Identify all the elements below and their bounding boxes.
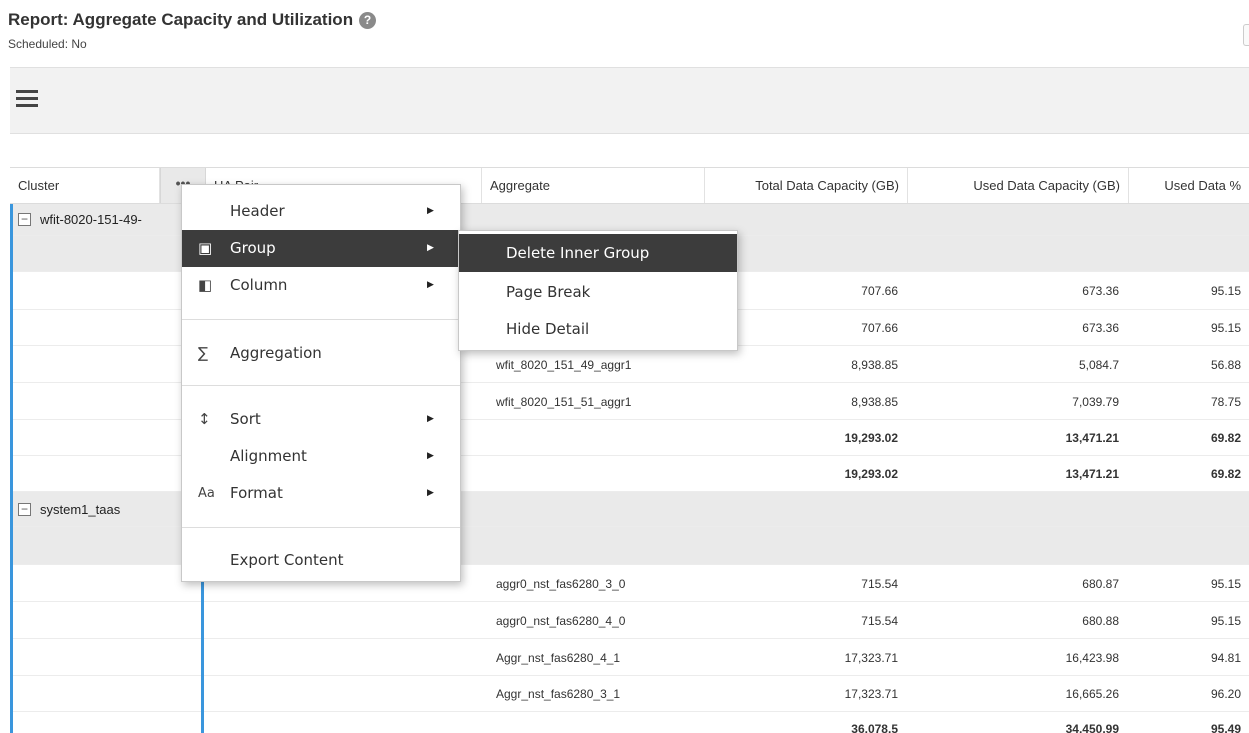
- submenu-item-page-break[interactable]: Page Break: [459, 273, 737, 311]
- cell-total: 17,323.71: [844, 687, 898, 701]
- collapse-icon[interactable]: −: [18, 503, 31, 516]
- cell-pct: 94.81: [1210, 651, 1241, 665]
- cell-used: 13,471.21: [1065, 467, 1119, 481]
- cell-used: 673.36: [1082, 284, 1119, 298]
- cell-aggregate: wfit_8020_151_51_aggr1: [496, 395, 632, 409]
- cell-pct: 56.88: [1210, 358, 1241, 372]
- cell-aggregate: Aggr_nst_fas6280_4_1: [496, 651, 621, 665]
- cell-used: 16,423.98: [1065, 651, 1119, 665]
- menu-item-export-content[interactable]: Export Content: [182, 542, 460, 579]
- submenu-item-hide-detail[interactable]: Hide Detail: [459, 310, 737, 348]
- column-header-cluster[interactable]: Cluster: [10, 168, 160, 203]
- report-title: Report: Aggregate Capacity and Utilizati…: [8, 10, 354, 29]
- column-header-used-pct[interactable]: Used Data %: [1129, 168, 1249, 203]
- cell-total: 17,323.71: [844, 651, 898, 665]
- cell-pct: 95.15: [1210, 577, 1241, 591]
- menu-separator: [182, 385, 460, 386]
- report-toolbar: [10, 67, 1249, 134]
- hamburger-menu-icon[interactable]: [16, 90, 38, 108]
- cell-aggregate: aggr0_nst_fas6280_3_0: [496, 577, 626, 591]
- cell-pct: 96.20: [1210, 687, 1241, 701]
- group-submenu: Delete Inner Group Page Break Hide Detai…: [458, 230, 738, 351]
- menu-item-format[interactable]: Aa Format ▶: [182, 475, 460, 512]
- help-icon[interactable]: ?: [359, 11, 377, 29]
- sigma-icon: ∑: [198, 344, 209, 362]
- submenu-arrow-icon: ▶: [427, 243, 434, 253]
- report-title-bar: Report: Aggregate Capacity and Utilizati…: [8, 10, 377, 30]
- cell-pct: 95.49: [1210, 722, 1241, 733]
- submenu-item-delete-inner-group[interactable]: Delete Inner Group: [459, 234, 737, 272]
- column-header-aggregate[interactable]: Aggregate: [482, 168, 705, 203]
- cell-aggregate: wfit_8020_151_49_aggr1: [496, 358, 632, 372]
- cell-aggregate: aggr0_nst_fas6280_4_0: [496, 614, 626, 628]
- menu-item-group[interactable]: ▣ Group ▶: [182, 230, 460, 267]
- cell-used: 16,665.26: [1065, 687, 1119, 701]
- column-context-menu: Header ▶ ▣ Group ▶ ◧ Column ▶ ∑ Aggregat…: [181, 184, 461, 582]
- menu-item-header[interactable]: Header ▶: [182, 193, 460, 230]
- submenu-arrow-icon: ▶: [427, 414, 434, 424]
- cell-total: 715.54: [861, 577, 898, 591]
- cell-pct: 95.15: [1210, 614, 1241, 628]
- cell-used: 5,084.7: [1078, 358, 1119, 372]
- cell-total: 715.54: [861, 614, 898, 628]
- cell-pct: 69.82: [1210, 431, 1241, 445]
- menu-separator: [182, 527, 460, 528]
- menu-item-alignment[interactable]: Alignment ▶: [182, 438, 460, 475]
- cell-used: 34,450.99: [1065, 722, 1119, 733]
- cell-pct: 95.15: [1210, 284, 1241, 298]
- schedule-status: Scheduled: No: [8, 37, 87, 51]
- column-icon: ◧: [198, 276, 213, 294]
- cell-used: 13,471.21: [1065, 431, 1119, 445]
- subtotal-row: 36,078.5 34,450.99 95.49: [10, 712, 1249, 733]
- cell-used: 680.87: [1082, 577, 1119, 591]
- column-selection-border-left: [10, 204, 13, 733]
- cell-pct: 69.82: [1210, 467, 1241, 481]
- table-row: aggr0_nst_fas6280_4_0 715.54 680.88 95.1…: [10, 602, 1249, 639]
- sort-icon: ↕: [198, 410, 211, 428]
- group-cluster-label: system1_taas: [40, 502, 121, 517]
- cell-pct: 95.15: [1210, 321, 1241, 335]
- cell-used: 673.36: [1082, 321, 1119, 335]
- cell-aggregate: Aggr_nst_fas6280_3_1: [496, 687, 621, 701]
- table-row: Aggr_nst_fas6280_4_1 17,323.71 16,423.98…: [10, 639, 1249, 676]
- cell-pct: 78.75: [1210, 395, 1241, 409]
- submenu-arrow-icon: ▶: [427, 488, 434, 498]
- cell-used: 7,039.79: [1072, 395, 1119, 409]
- submenu-arrow-icon: ▶: [427, 280, 434, 290]
- group-icon: ▣: [198, 239, 213, 257]
- cell-total: 8,938.85: [851, 358, 898, 372]
- menu-item-aggregation[interactable]: ∑ Aggregation: [182, 335, 460, 372]
- report-toolbar-button-edge[interactable]: [1243, 24, 1249, 46]
- cell-total: 36,078.5: [851, 722, 898, 733]
- menu-item-sort[interactable]: ↕ Sort ▶: [182, 401, 460, 438]
- format-icon: Aa: [198, 486, 215, 501]
- menu-separator: [182, 319, 460, 320]
- menu-item-column[interactable]: ◧ Column ▶: [182, 267, 460, 304]
- submenu-arrow-icon: ▶: [427, 451, 434, 461]
- report-page: Report: Aggregate Capacity and Utilizati…: [0, 0, 1249, 733]
- collapse-icon[interactable]: −: [18, 213, 31, 226]
- cell-used: 680.88: [1082, 614, 1119, 628]
- submenu-arrow-icon: ▶: [427, 206, 434, 216]
- cell-total: 19,293.02: [844, 467, 898, 481]
- column-header-used-capacity[interactable]: Used Data Capacity (GB): [908, 168, 1129, 203]
- group-cluster-label: wfit-8020-151-49-: [40, 212, 142, 227]
- cell-total: 19,293.02: [844, 431, 898, 445]
- table-row: Aggr_nst_fas6280_3_1 17,323.71 16,665.26…: [10, 676, 1249, 712]
- cell-total: 8,938.85: [851, 395, 898, 409]
- column-header-total-capacity[interactable]: Total Data Capacity (GB): [705, 168, 908, 203]
